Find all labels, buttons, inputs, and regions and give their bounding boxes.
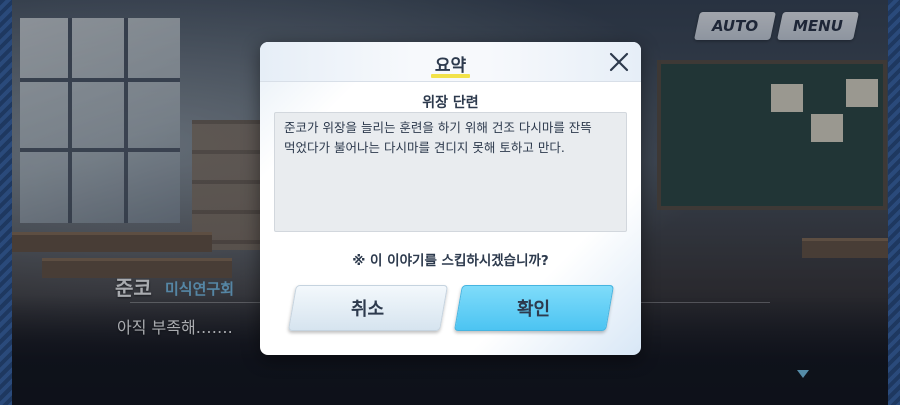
- confirm-button-label: 확인: [517, 299, 551, 320]
- cancel-button-label: 취소: [351, 299, 385, 320]
- skip-summary-dialog: 요약 위장 단련 준코가 위장을 늘리는 훈련을 하기 위해 건조 다시마를 잔…: [260, 42, 641, 355]
- skip-question: ※ 이 이야기를 스킵하시겠습니까?: [352, 253, 549, 269]
- confirm-button[interactable]: 확인: [453, 285, 615, 331]
- summary-title: 위장 단련: [422, 95, 479, 111]
- title-underline: [431, 74, 470, 78]
- summary-line: 먹었다가 불어나는 다시마를 견디지 못해 토하고 만다.: [284, 140, 565, 155]
- close-icon: [609, 52, 629, 72]
- close-button[interactable]: [607, 50, 631, 74]
- cancel-button[interactable]: 취소: [287, 285, 449, 331]
- summary-text-box: 준코가 위장을 늘리는 훈련을 하기 위해 건조 다시마를 잔뜩 먹었다가 불어…: [274, 112, 627, 232]
- summary-line: 준코가 위장을 늘리는 훈련을 하기 위해 건조 다시마를 잔뜩: [284, 120, 592, 135]
- dialog-title: 요약: [434, 56, 467, 76]
